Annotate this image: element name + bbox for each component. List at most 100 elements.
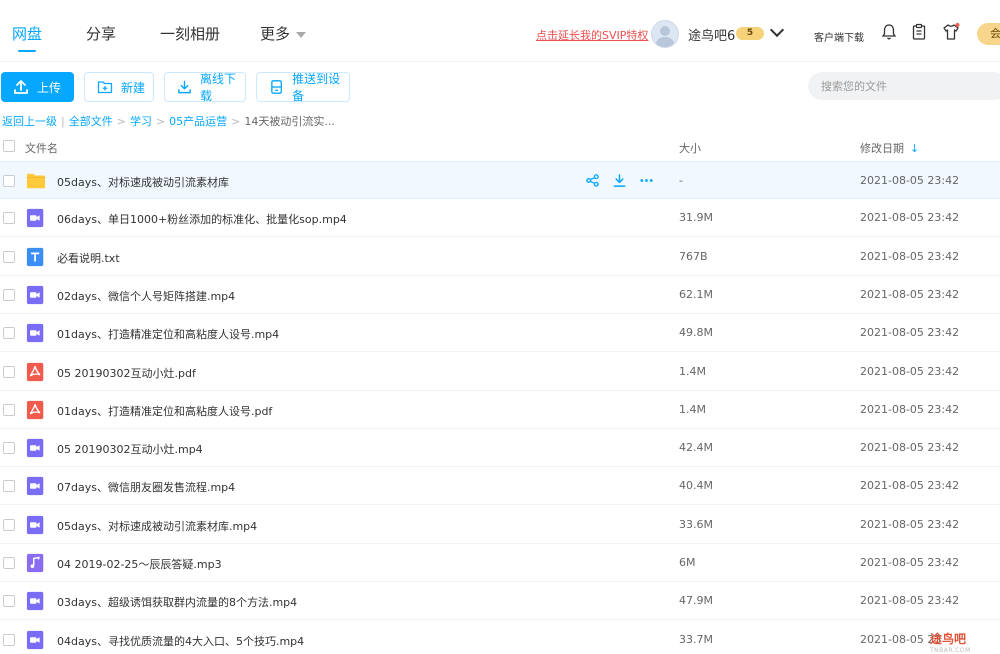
breadcrumb-divider: | [61,115,65,128]
table-row[interactable]: 06days、单日1000+粉丝添加的标准化、批量化sop.mp4 31.9M 20… [0,199,1000,237]
client-download-link[interactable]: 客户端下载 [814,29,864,44]
upload-button[interactable]: 上传 [1,72,74,102]
pdf-file-icon [26,362,44,382]
row-checkbox[interactable] [3,442,15,454]
share-icon[interactable] [585,173,600,188]
row-checkbox[interactable] [3,327,15,339]
row-checkbox[interactable] [3,175,15,187]
file-size: 49.8M [679,326,713,339]
svip-renew-link[interactable]: 点击延长我的SVIP特权 [536,27,648,43]
user-menu-chevron-icon[interactable] [769,22,785,38]
column-size-header[interactable]: 大小 [679,140,701,156]
bell-icon[interactable] [879,22,899,42]
file-name[interactable]: 04days、寻找优质流量的4大入口、5个技巧.mp4 [57,633,304,649]
column-date-header[interactable]: 修改日期 ↓ [860,140,919,156]
file-name[interactable]: 05days、对标速成被动引流素材库 [57,174,229,190]
table-row[interactable]: 必看说明.txt 767B 2021-08-05 23:42 [0,238,1000,276]
file-name[interactable]: 必看说明.txt [57,250,120,266]
table-row[interactable]: 02days、微信个人号矩阵搭建.mp4 62.1M 2021-08-05 23:4… [0,276,1000,314]
row-checkbox[interactable] [3,519,15,531]
row-checkbox[interactable] [3,366,15,378]
table-row[interactable]: 04days、寻找优质流量的4大入口、5个技巧.mp4 33.7M 2021-08-… [0,621,1000,654]
file-name[interactable]: 03days、超级诱饵获取群内流量的8个方法.mp4 [57,594,297,610]
new-button[interactable]: 新建 [84,72,154,102]
row-checkbox[interactable] [3,289,15,301]
upload-label: 上传 [37,80,62,95]
tab-album[interactable]: 一刻相册 [160,23,220,44]
tab-more[interactable]: 更多 [260,23,307,44]
device-icon [271,80,282,94]
file-size: 33.6M [679,518,713,531]
table-row[interactable]: 07days、微信朋友圈发售流程.mp4 40.4M 2021-08-05 23:4… [0,467,1000,505]
sort-desc-icon: ↓ [910,142,920,155]
row-checkbox[interactable] [3,212,15,224]
username[interactable]: 途鸟吧6 [688,25,735,44]
file-size: 47.9M [679,594,713,607]
table-row[interactable]: 05days、对标速成被动引流素材库.mp4 33.6M 2021-08-05 23… [0,506,1000,544]
clipboard-icon[interactable] [909,22,929,42]
tab-netdisk[interactable]: 网盘 [12,23,42,44]
row-checkbox[interactable] [3,404,15,416]
pdf-file-icon [26,400,44,420]
push-device-button[interactable]: 推送到设备 [256,72,350,103]
breadcrumb-all-files[interactable]: 全部文件 [69,115,113,128]
file-date: 2021-08-05 23:42 [860,365,960,378]
row-actions [585,173,654,188]
text-file-icon [26,247,44,267]
breadcrumb-product-ops[interactable]: 05产品运营 [169,115,227,128]
table-row[interactable]: 05days、对标速成被动引流素材库 - 2021-08-05 23:42 [0,161,1000,199]
file-size: 42.4M [679,441,713,454]
file-name[interactable]: 06days、单日1000+粉丝添加的标准化、批量化sop.mp4 [57,211,347,227]
file-name[interactable]: 05 20190302互动小灶.pdf [57,365,196,381]
file-date: 2021-08-05 23:42 [860,594,960,607]
file-name[interactable]: 04 2019-02-25～辰辰答疑.mp3 [57,556,222,572]
download-icon [178,80,191,94]
column-name-header[interactable]: 文件名 [25,140,58,156]
column-date-label: 修改日期 [860,142,904,155]
table-row[interactable]: 04 2019-02-25～辰辰答疑.mp3 6M 2021-08-05 23:42 [0,544,1000,582]
active-tab-indicator [18,50,36,52]
tab-share[interactable]: 分享 [86,23,116,44]
member-button[interactable]: 会 [977,23,1000,45]
select-all-checkbox[interactable] [3,140,15,152]
tab-more-label: 更多 [260,25,291,43]
file-date: 2021-08-05 23:42 [860,174,960,187]
file-name[interactable]: 01days、打造精准定位和高粘度人设号.pdf [57,403,272,419]
video-file-icon [26,591,44,611]
table-row[interactable]: 05 20190302互动小灶.pdf 1.4M 2021-08-05 23:42 [0,353,1000,391]
file-size: 62.1M [679,288,713,301]
file-size: 1.4M [679,403,706,416]
file-name[interactable]: 05days、对标速成被动引流素材库.mp4 [57,518,257,534]
row-checkbox[interactable] [3,251,15,263]
file-name[interactable]: 01days、打造精准定位和高粘度人设号.mp4 [57,326,279,342]
row-checkbox[interactable] [3,480,15,492]
row-checkbox[interactable] [3,634,15,646]
avatar[interactable] [651,20,679,48]
shirt-icon[interactable] [941,22,961,42]
search-input[interactable] [808,72,1000,100]
row-checkbox[interactable] [3,595,15,607]
video-file-icon [26,323,44,343]
file-name[interactable]: 05 20190302互动小灶.mp4 [57,441,203,457]
file-size: 40.4M [679,479,713,492]
push-device-label: 推送到设备 [292,72,341,103]
row-checkbox[interactable] [3,557,15,569]
file-name[interactable]: 02days、微信个人号矩阵搭建.mp4 [57,288,235,304]
offline-download-button[interactable]: 离线下载 [164,72,246,103]
table-row[interactable]: 05 20190302互动小灶.mp4 42.4M 2021-08-05 23:42 [0,429,1000,467]
file-date: 2021-08-05 23:42 [860,326,960,339]
video-file-icon [26,630,44,650]
table-row[interactable]: 03days、超级诱饵获取群内流量的8个方法.mp4 47.9M 2021-08-0… [0,582,1000,620]
file-name[interactable]: 07days、微信朋友圈发售流程.mp4 [57,479,235,495]
file-size: 31.9M [679,211,713,224]
more-icon[interactable] [639,173,654,188]
back-link[interactable]: 返回上一级 [2,115,57,128]
vip-level: 5 [746,28,754,38]
table-row[interactable]: 01days、打造精准定位和高粘度人设号.pdf 1.4M 2021-08-05 2… [0,391,1000,429]
watermark-text: 途鸟吧 [930,632,967,646]
breadcrumb-study[interactable]: 学习 [130,115,152,128]
download-icon[interactable] [612,173,627,188]
file-size: 1.4M [679,365,706,378]
file-size: 33.7M [679,633,713,646]
table-row[interactable]: 01days、打造精准定位和高粘度人设号.mp4 49.8M 2021-08-05 … [0,314,1000,352]
